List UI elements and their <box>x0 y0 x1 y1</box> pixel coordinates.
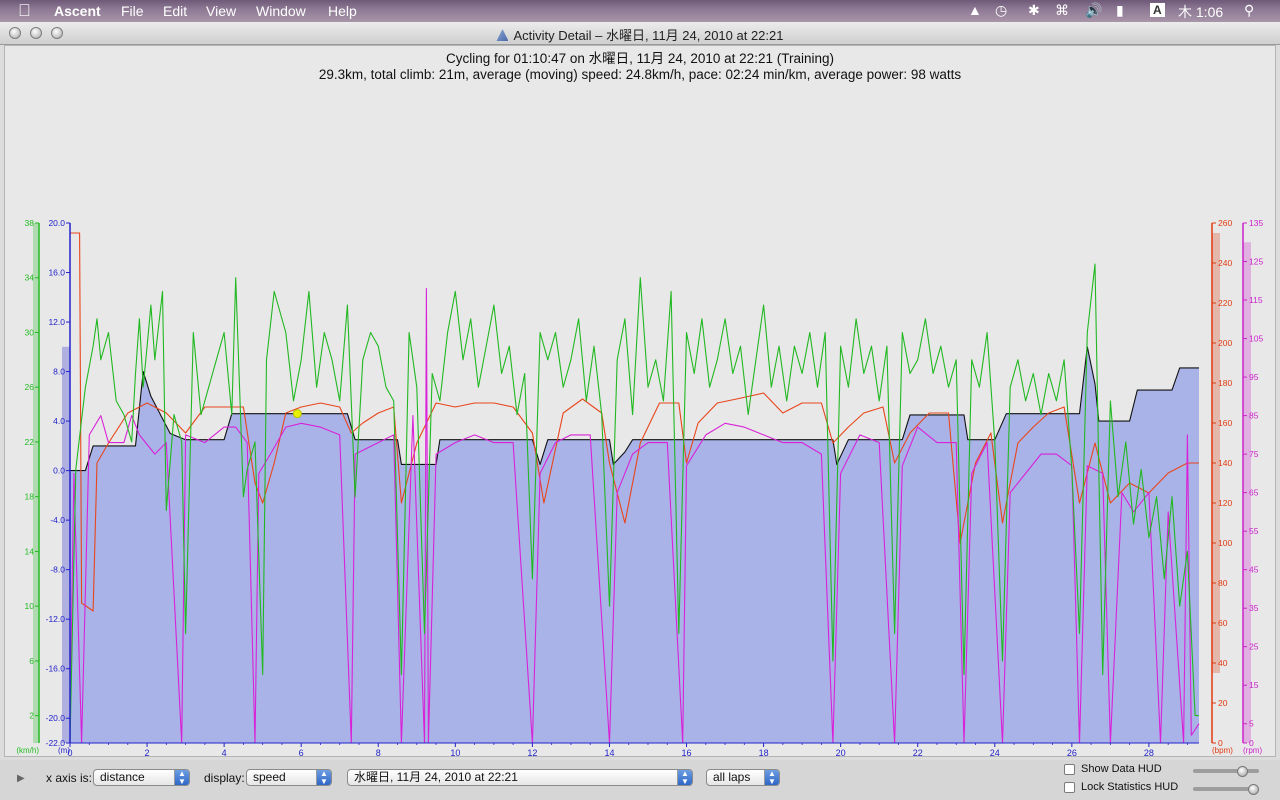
x-tick-label: 8 <box>376 748 381 758</box>
heartrate-tick-label: 100 <box>1218 538 1232 548</box>
altitude-axis-range-band <box>62 346 70 743</box>
heartrate-tick-label: 200 <box>1218 338 1232 348</box>
x-tick-label: 26 <box>1067 748 1077 758</box>
lock-statistics-hud-label: Lock Statistics HUD <box>1081 781 1179 793</box>
data-hud-opacity-slider[interactable] <box>1193 769 1259 773</box>
show-data-hud-label: Show Data HUD <box>1081 763 1162 775</box>
statistics-hud-slider-knob[interactable] <box>1248 784 1259 795</box>
cadence-tick-label: 95 <box>1249 372 1259 382</box>
speed-unit-label: (km/h) <box>16 746 39 755</box>
speed-tick-label: 22 <box>25 437 35 447</box>
altitude-tick-label: -8.0 <box>50 565 65 575</box>
heartrate-unit-label: (bpm) <box>1212 746 1233 755</box>
heartrate-tick-label: 20 <box>1218 698 1228 708</box>
display-select[interactable]: speed ▲ ▼ <box>246 769 332 786</box>
laps-select-value: all laps <box>713 770 751 784</box>
cadence-tick-label: 55 <box>1249 526 1259 536</box>
x-tick-label: 28 <box>1144 748 1154 758</box>
x-axis-select[interactable]: distance ▲ ▼ <box>93 769 190 786</box>
chevron-updown-icon: ▲ ▼ <box>677 770 692 786</box>
speed-tick-label: 6 <box>29 656 34 666</box>
heartrate-tick-label: 220 <box>1218 298 1232 308</box>
speed-tick-label: 30 <box>25 327 35 337</box>
heartrate-tick-label: 140 <box>1218 458 1232 468</box>
altitude-unit-label: (m) <box>58 746 70 755</box>
heartrate-tick-label: 80 <box>1218 578 1228 588</box>
altitude-tick-label: -20.0 <box>46 713 66 723</box>
x-tick-label: 6 <box>299 748 304 758</box>
x-tick-label: 10 <box>450 748 460 758</box>
heartrate-tick-label: 120 <box>1218 498 1232 508</box>
x-tick-label: 16 <box>682 748 692 758</box>
cadence-tick-label: 85 <box>1249 411 1259 421</box>
show-data-hud-checkbox[interactable] <box>1064 764 1075 775</box>
heartrate-tick-label: 260 <box>1218 218 1232 228</box>
play-icon[interactable]: ▶ <box>17 773 25 784</box>
altitude-tick-label: 0.0 <box>53 466 65 476</box>
speed-tick-label: 18 <box>25 492 35 502</box>
x-tick-label: 14 <box>604 748 614 758</box>
display-label: display: <box>204 771 245 785</box>
cadence-tick-label: 35 <box>1249 603 1259 613</box>
x-tick-label: 20 <box>836 748 846 758</box>
heartrate-tick-label: 160 <box>1218 418 1232 428</box>
chevron-updown-icon: ▲ ▼ <box>316 770 331 786</box>
x-tick-label: 4 <box>222 748 227 758</box>
cadence-tick-label: 5 <box>1249 719 1254 729</box>
speed-tick-label: 10 <box>25 601 35 611</box>
activity-select[interactable]: 水曜日, 11月 24, 2010 at 22:21 ▲ ▼ <box>347 769 693 786</box>
x-tick-label: 22 <box>913 748 923 758</box>
cadence-tick-label: 105 <box>1249 334 1263 344</box>
cadence-tick-label: 125 <box>1249 257 1263 267</box>
altitude-tick-label: 16.0 <box>48 268 65 278</box>
bottom-toolbar: ▶ x axis is: distance ▲ ▼ display: speed … <box>0 760 1280 800</box>
data-hud-slider-knob[interactable] <box>1237 766 1248 777</box>
x-tick-label: 12 <box>527 748 537 758</box>
cadence-unit-label: (rpm) <box>1243 746 1262 755</box>
x-tick-label: 18 <box>759 748 769 758</box>
chevron-updown-icon: ▲ ▼ <box>764 770 779 786</box>
altitude-tick-label: -16.0 <box>46 664 66 674</box>
cadence-tick-label: 75 <box>1249 449 1259 459</box>
cadence-tick-label: 45 <box>1249 565 1259 575</box>
position-marker <box>292 409 302 419</box>
heartrate-tick-label: 180 <box>1218 378 1232 388</box>
cadence-tick-label: 115 <box>1249 295 1263 305</box>
altitude-tick-label: 8.0 <box>53 367 65 377</box>
speed-tick-label: 2 <box>29 711 34 721</box>
laps-select[interactable]: all laps ▲ ▼ <box>706 769 780 786</box>
display-select-value: speed <box>253 770 286 784</box>
speed-tick-label: 38 <box>25 218 35 228</box>
speed-tick-label: 26 <box>25 382 35 392</box>
cadence-tick-label: 135 <box>1249 218 1263 228</box>
altitude-tick-label: -12.0 <box>46 614 66 624</box>
lock-statistics-hud-checkbox[interactable] <box>1064 782 1075 793</box>
altitude-tick-label: 4.0 <box>53 416 65 426</box>
x-axis-label: x axis is: <box>46 771 93 785</box>
activity-select-value: 水曜日, 11月 24, 2010 at 22:21 <box>354 770 518 784</box>
altitude-tick-label: 12.0 <box>48 317 65 327</box>
speed-tick-label: 14 <box>25 546 35 556</box>
cadence-tick-label: 25 <box>1249 642 1259 652</box>
heartrate-tick-label: 240 <box>1218 258 1232 268</box>
activity-chart[interactable]: 0 2 4 6 8 10 12 14 16 18 20 22 24 26 28383430262218141… <box>0 0 1280 800</box>
heartrate-tick-label: 60 <box>1218 618 1228 628</box>
x-axis-select-value: distance <box>100 770 145 784</box>
altitude-tick-label: -4.0 <box>50 515 65 525</box>
cadence-tick-label: 15 <box>1249 680 1259 690</box>
heartrate-tick-label: 40 <box>1218 658 1228 668</box>
x-tick-label: 24 <box>990 748 1000 758</box>
cadence-tick-label: 65 <box>1249 488 1259 498</box>
chevron-updown-icon: ▲ ▼ <box>174 770 189 786</box>
x-tick-label: 2 <box>145 748 150 758</box>
altitude-tick-label: 20.0 <box>48 218 65 228</box>
speed-tick-label: 34 <box>25 273 35 283</box>
